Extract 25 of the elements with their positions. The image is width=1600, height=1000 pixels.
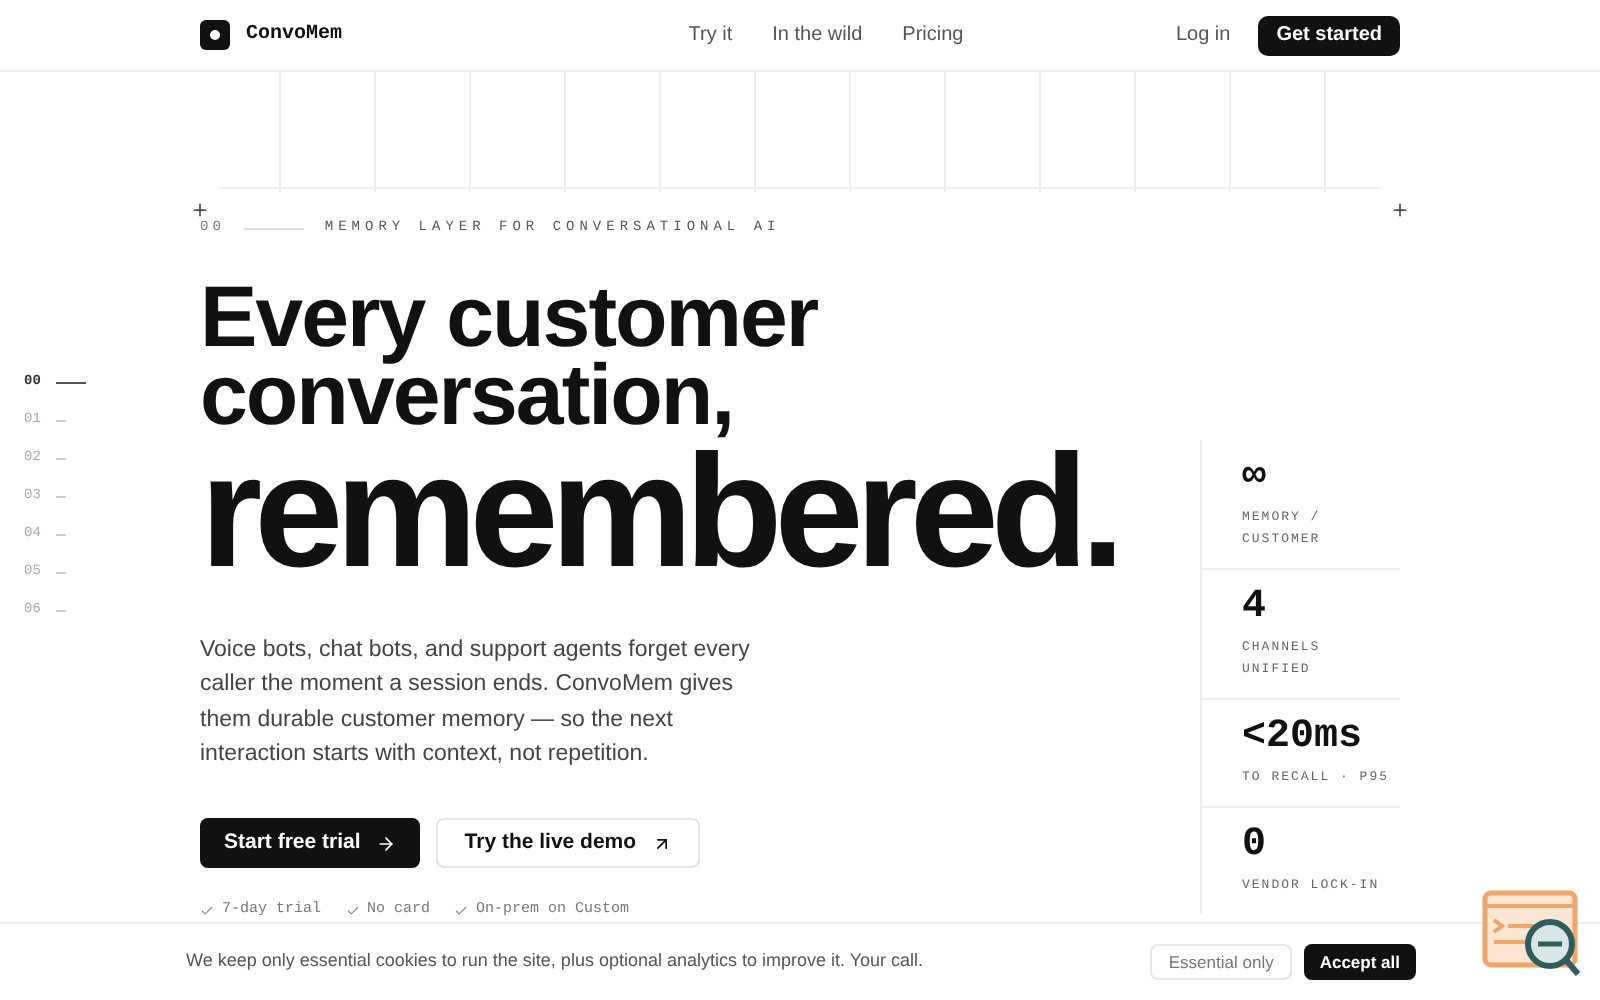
- brand-name[interactable]: ConvoMem: [246, 20, 343, 50]
- live-demo-button[interactable]: Try the live demo: [436, 818, 701, 868]
- help-widget-icon[interactable]: [1482, 890, 1582, 978]
- plus-icon: [1390, 200, 1410, 220]
- start-trial-button[interactable]: Start free trial: [200, 818, 421, 868]
- nav-link[interactable]: Pricing: [902, 20, 964, 50]
- nav-link[interactable]: Try it: [688, 20, 733, 50]
- login-link[interactable]: Log in: [1175, 20, 1231, 50]
- intro-paragraph: Voice bots, chat bots, and support agents forget every caller the moment a session ends. ConvoMem gives them durable customer memory — so the next interaction starts with context, not repetition.: [200, 636, 752, 770]
- stat-value: 4: [1242, 584, 1269, 632]
- arrow-up-right-icon: [652, 833, 673, 853]
- nav-link[interactable]: In the wild: [772, 20, 863, 50]
- stat-value: 0: [1242, 822, 1269, 870]
- check-icon: [454, 904, 469, 919]
- get-started-button[interactable]: Get started: [1258, 15, 1400, 55]
- logo-icon: [200, 20, 230, 50]
- accept-all-button[interactable]: Accept all: [1303, 944, 1416, 980]
- cookie-notice: We keep only essential cookies to run the site, plus optional analytics to improve it. Your call.: [186, 948, 926, 975]
- stat-value: <20ms: [1242, 714, 1365, 762]
- arrow-right-icon: [376, 833, 397, 853]
- plus-icon: [190, 200, 210, 220]
- stat-value: ∞: [1242, 454, 1269, 502]
- essential-only-button[interactable]: Essential only: [1150, 944, 1292, 980]
- check-icon: [200, 904, 214, 919]
- check-icon: [345, 904, 360, 919]
